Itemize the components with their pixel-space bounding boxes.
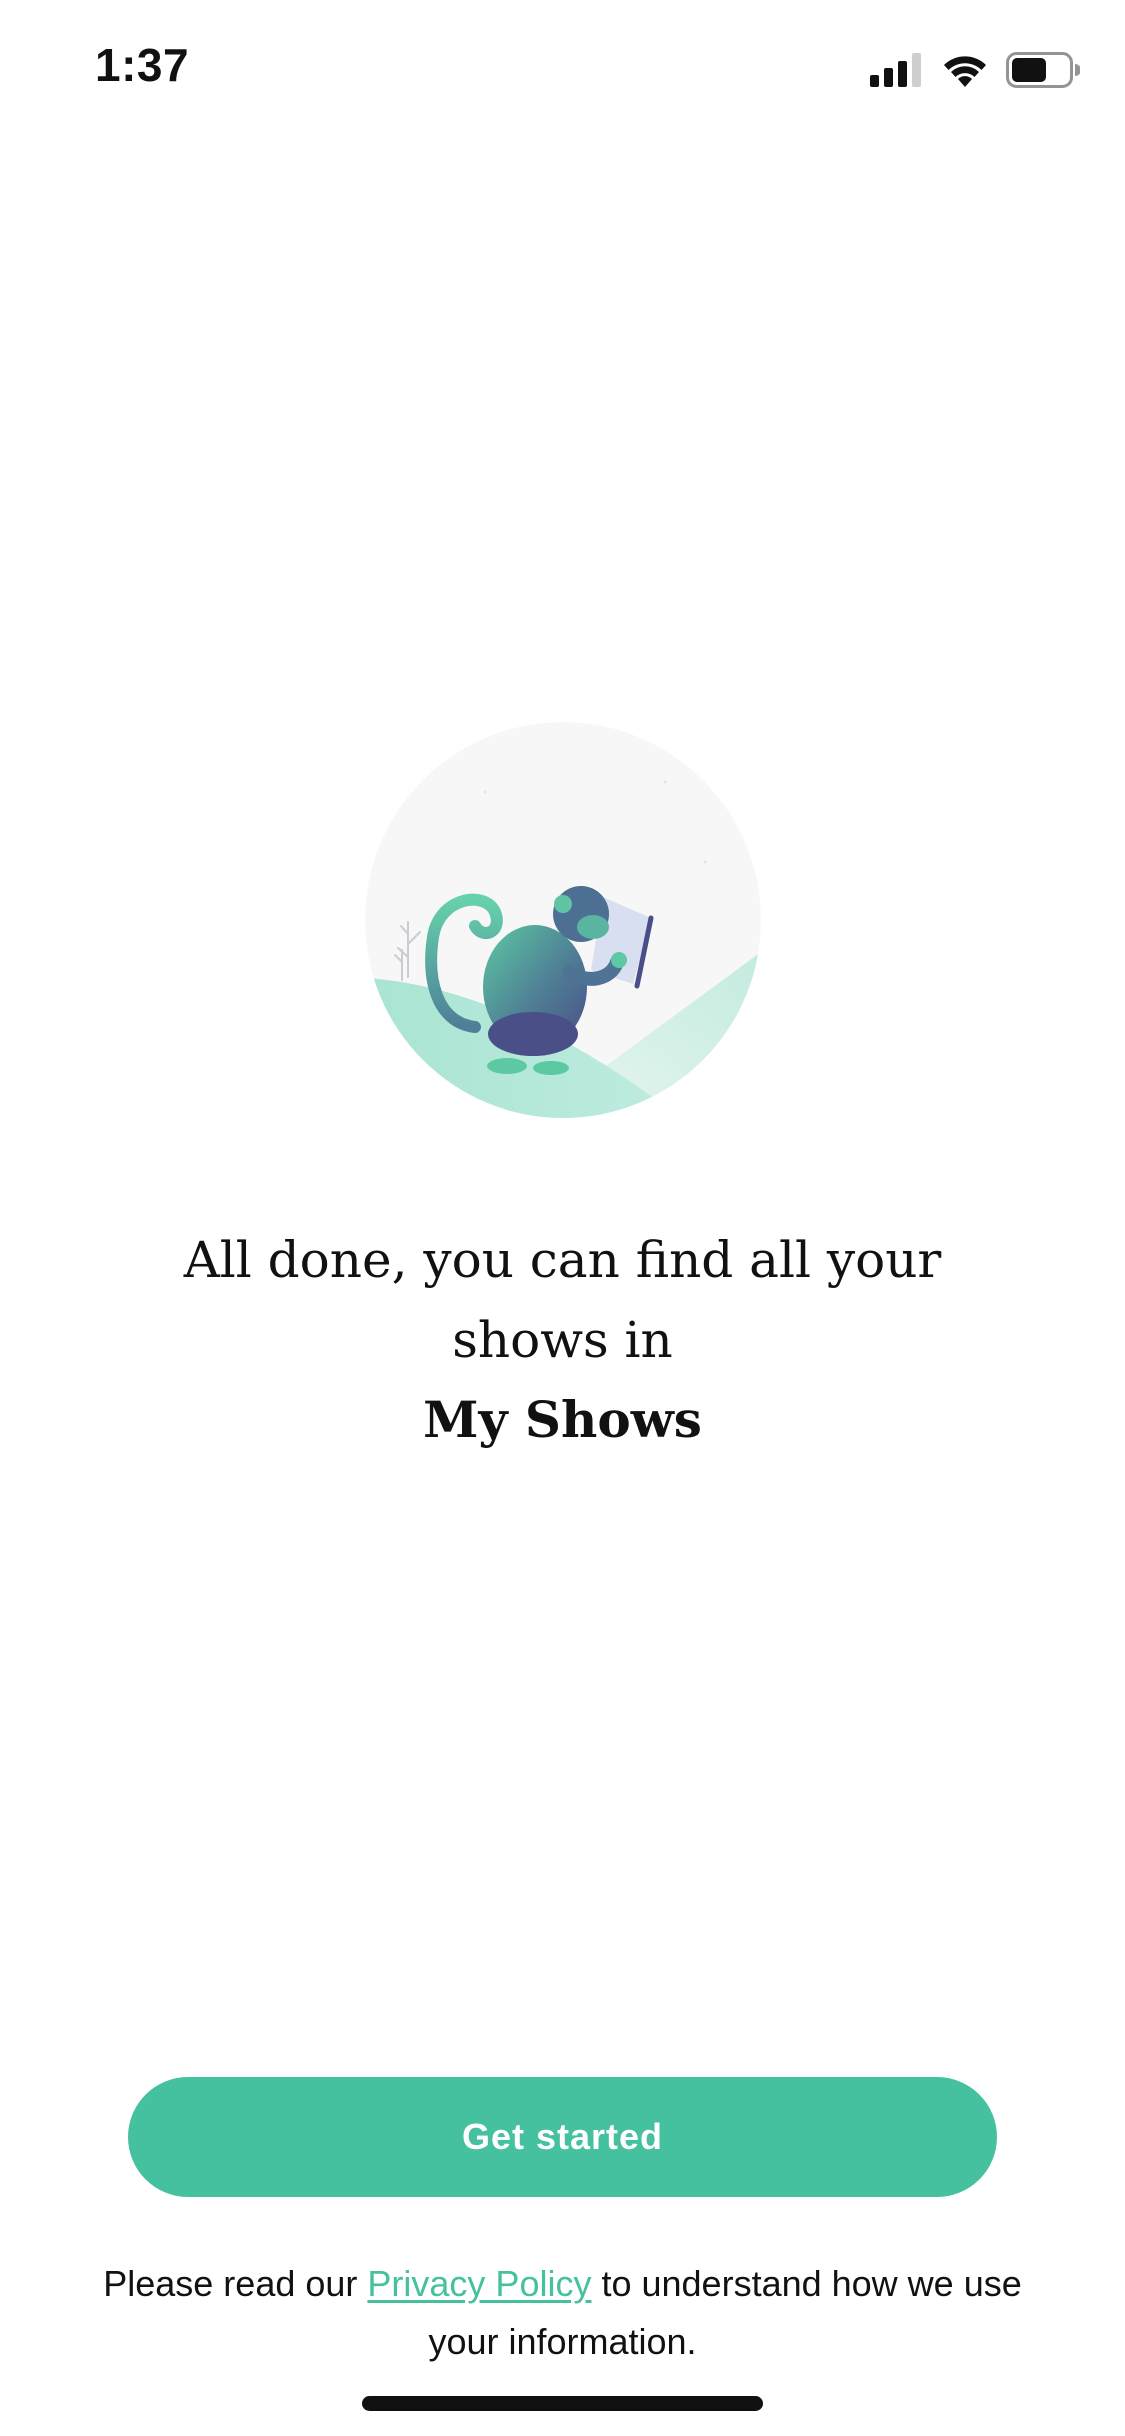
completion-message-text: All done, you can find all your shows in (183, 1231, 942, 1369)
privacy-notice: Please read our Privacy Policy to unders… (100, 2255, 1025, 2371)
completion-message: All done, you can find all your shows in… (100, 1220, 1025, 1460)
privacy-policy-link[interactable]: Privacy Policy (367, 2263, 591, 2304)
status-icons (870, 50, 1080, 90)
privacy-notice-prefix: Please read our (103, 2263, 368, 2304)
status-bar: 1:37 (0, 0, 1125, 132)
battery-icon (1006, 52, 1080, 88)
cellular-signal-icon (870, 53, 924, 87)
my-shows-label: My Shows (423, 1390, 702, 1449)
get-started-button[interactable]: Get started (128, 2077, 997, 2197)
wifi-icon (942, 53, 988, 87)
monkey-reading-illustration (365, 722, 761, 1118)
status-time: 1:37 (95, 39, 190, 91)
home-indicator[interactable] (362, 2396, 763, 2411)
